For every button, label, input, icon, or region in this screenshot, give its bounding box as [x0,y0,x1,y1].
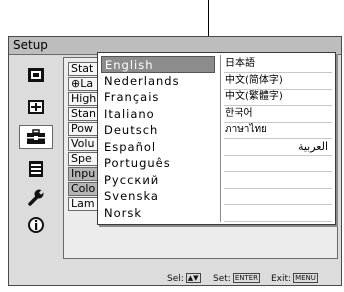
language-option[interactable]: Italiano [101,106,215,123]
sidebar-item-information[interactable] [19,213,53,237]
language-option[interactable]: 中文(简体字) [224,73,332,90]
language-option[interactable]: Norsk [101,205,215,222]
info-icon [28,217,44,233]
language-option[interactable]: Nederlands [101,73,215,90]
language-option[interactable] [224,172,332,189]
language-option[interactable]: Deutsch [101,122,215,139]
sidebar [13,59,61,255]
language-option[interactable] [224,205,332,222]
language-option[interactable] [224,155,332,172]
sidebar-item-installation[interactable] [19,185,53,209]
language-option[interactable]: Español [101,139,215,156]
wrench-icon [28,189,45,206]
up-down-keys-icon: ▲▼ [185,273,201,283]
language-option[interactable]: ภาษาไทย [224,122,332,139]
column-divider [220,55,221,222]
set-hint: Set: ENTER [213,273,261,284]
language-option[interactable]: Português [101,155,215,172]
menu-list-icon [29,161,43,177]
language-option[interactable]: العربية [224,139,332,156]
sidebar-item-screen[interactable] [19,95,53,119]
sidebar-item-setup[interactable] [19,125,53,149]
language-option[interactable]: Svenska [101,188,215,205]
language-option[interactable] [224,188,332,205]
screen-adjust-icon [28,100,44,114]
sel-hint: Sel: ▲▼ [167,273,201,284]
language-option[interactable]: Français [101,89,215,106]
language-option[interactable]: English [101,56,215,73]
sidebar-item-picture[interactable] [19,63,53,87]
language-globe-icon: ⊕ [71,77,81,90]
language-option[interactable]: 한국어 [224,106,332,123]
sidebar-item-menu[interactable] [19,157,53,181]
toolbox-icon [27,129,45,144]
language-option[interactable]: Русский [101,172,215,189]
status-bar: Sel: ▲▼ Set: ENTER Exit: MENU [9,273,341,285]
language-dropdown: English Nederlands Français Italiano Deutsch… [97,52,336,225]
exit-hint: Exit: MENU [271,273,318,284]
window-title: Setup [13,38,48,52]
picture-icon [28,68,44,82]
language-option[interactable]: 中文(繁體字) [224,89,332,106]
language-option[interactable]: 日本語 [224,56,332,73]
